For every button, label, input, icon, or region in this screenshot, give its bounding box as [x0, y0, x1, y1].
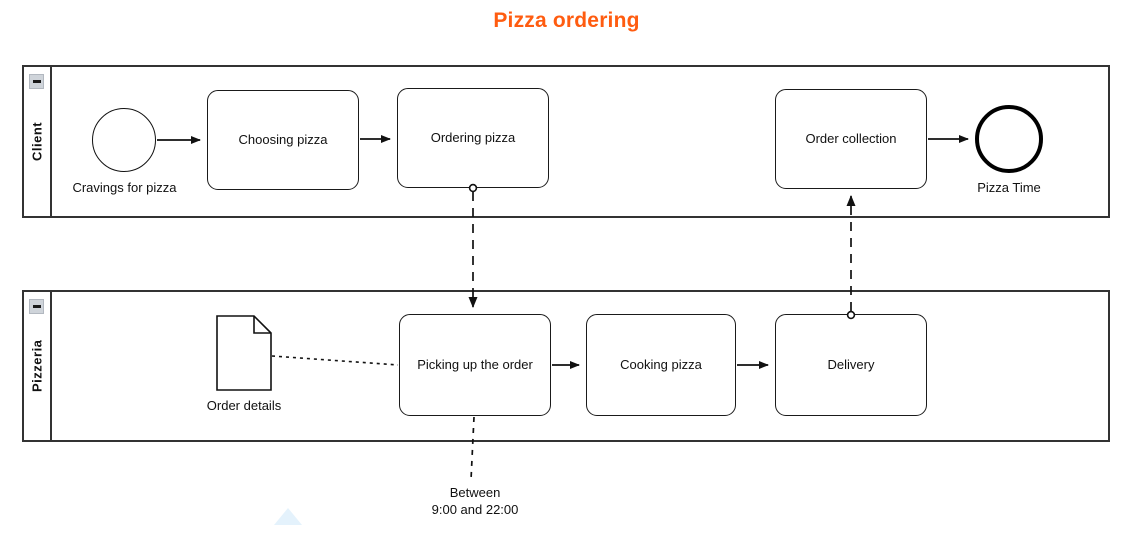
annotation-line-2: 9:00 and 22:00	[431, 501, 519, 517]
annotation-line-1: Between	[449, 485, 501, 500]
task-ordering-pizza[interactable]: Ordering pizza	[397, 88, 549, 188]
end-event-pizza-time[interactable]	[975, 105, 1043, 173]
pool-client[interactable]: Client	[22, 65, 1110, 218]
watermark-triangle	[274, 508, 302, 525]
task-order-collection[interactable]: Order collection	[775, 89, 927, 189]
text-annotation-working-hours: Between 9:00 and 22:00	[395, 485, 555, 519]
pool-pizzeria[interactable]: Pizzeria	[22, 290, 1110, 442]
page-title: Pizza ordering	[493, 9, 640, 32]
bpmn-diagram-canvas: Pizza ordering Client Pizzeria Cravings …	[0, 0, 1133, 542]
task-delivery[interactable]: Delivery	[775, 314, 927, 416]
pool-header-pizzeria: Pizzeria	[24, 292, 52, 440]
start-event-cravings[interactable]	[92, 108, 156, 172]
start-event-label: Cravings for pizza	[72, 180, 177, 195]
task-cooking-pizza[interactable]: Cooking pizza	[586, 314, 736, 416]
data-object-order-details[interactable]	[216, 315, 272, 391]
task-choosing-pizza[interactable]: Choosing pizza	[207, 90, 359, 190]
end-event-label: Pizza Time	[977, 180, 1041, 195]
task-picking-up-the-order[interactable]: Picking up the order	[399, 314, 551, 416]
data-object-label: Order details	[206, 398, 282, 413]
pool-label-pizzeria: Pizzeria	[29, 339, 45, 393]
